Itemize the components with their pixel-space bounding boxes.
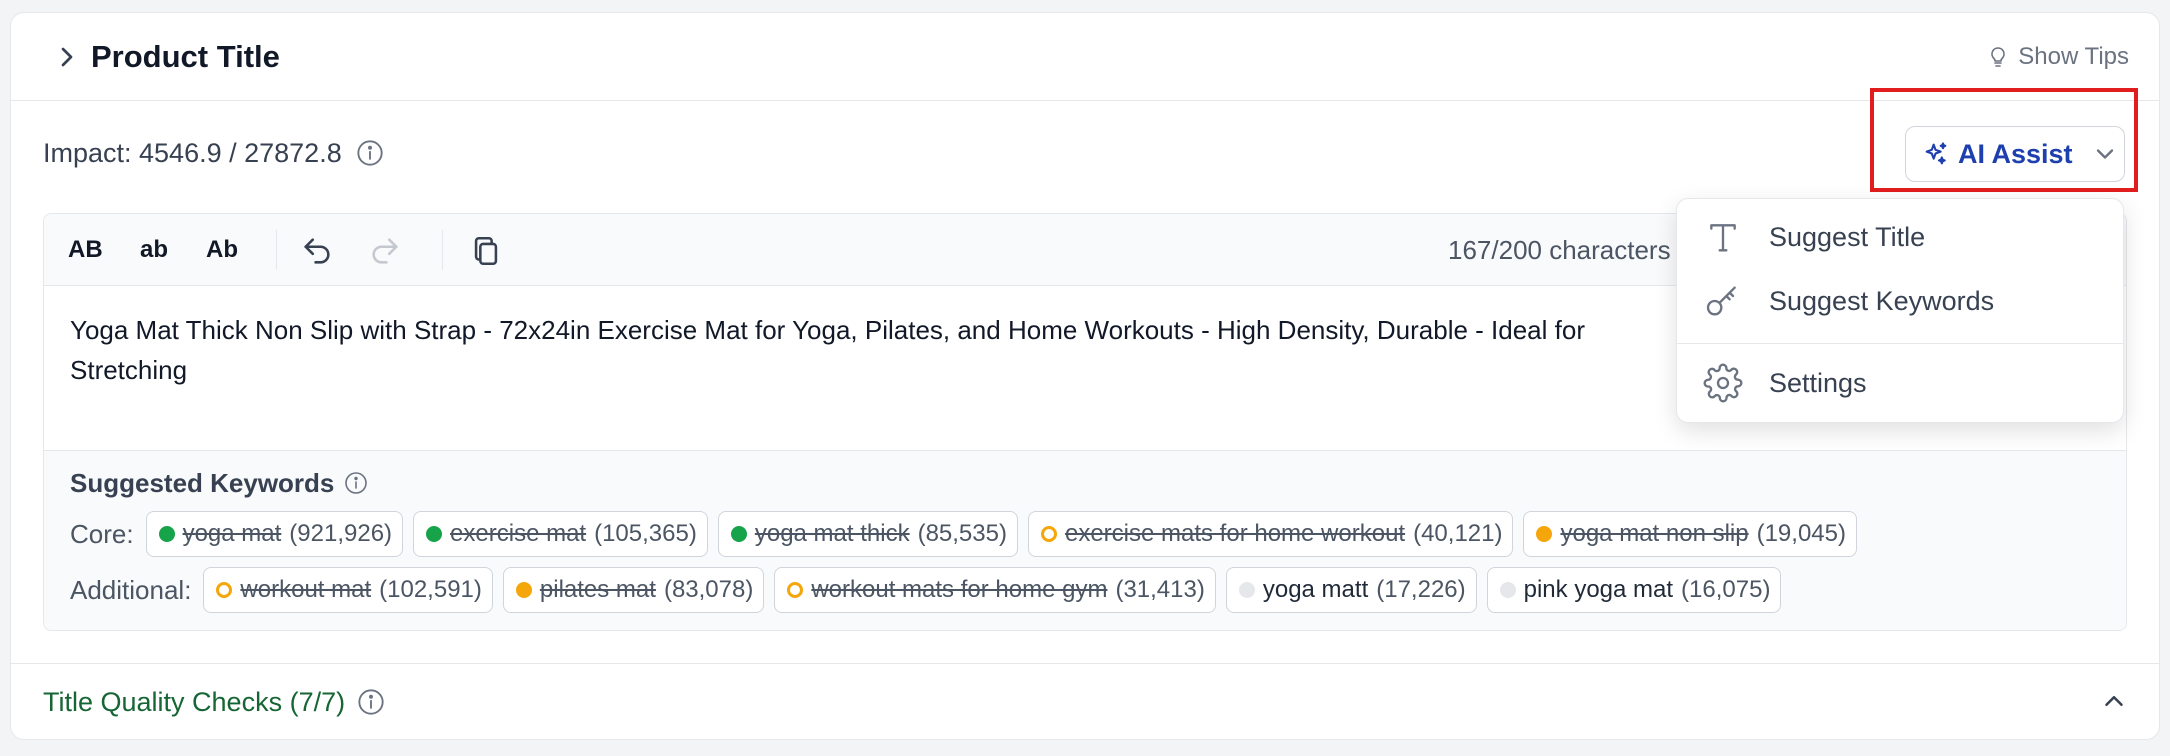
menu-item-label: Suggest Keywords bbox=[1769, 285, 1995, 316]
quality-checks-title: Title Quality Checks (7/7) bbox=[43, 684, 385, 720]
suggested-keywords-heading: Suggested Keywords bbox=[70, 465, 368, 501]
keyword-chip[interactable]: yoga matt (17,226) bbox=[1225, 567, 1477, 613]
impact-score: Impact: 4546.9 / 27872.8 bbox=[43, 135, 384, 171]
status-dot-icon bbox=[426, 526, 443, 542]
ai-assist-highlight bbox=[1870, 88, 2138, 192]
status-dot-icon bbox=[1238, 582, 1255, 598]
additional-label: Additional: bbox=[70, 574, 192, 605]
status-dot-icon bbox=[1499, 582, 1516, 598]
menu-item-suggest-keywords[interactable]: Suggest Keywords bbox=[1677, 271, 2123, 331]
show-tips-button[interactable]: Show Tips bbox=[1986, 41, 2129, 73]
title-case-button[interactable]: Ab bbox=[206, 232, 238, 268]
copy-icon[interactable] bbox=[469, 234, 503, 268]
chevron-up-icon[interactable] bbox=[2099, 686, 2129, 716]
uppercase-button[interactable]: AB bbox=[68, 232, 103, 268]
status-dot-icon bbox=[515, 582, 532, 598]
keyword-chip[interactable]: workout mat (102,591) bbox=[203, 567, 493, 613]
status-dot-icon bbox=[730, 526, 747, 542]
keyword-volume: (31,413) bbox=[1115, 576, 1205, 603]
keyword-volume: (921,926) bbox=[289, 520, 393, 547]
text-icon bbox=[1710, 224, 1736, 252]
impact-label: Impact: 4546.9 / 27872.8 bbox=[43, 138, 342, 168]
keyword-chip[interactable]: pink yoga mat (16,075) bbox=[1486, 567, 1782, 613]
status-dot-icon bbox=[216, 582, 233, 598]
chevron-right-icon[interactable] bbox=[51, 41, 83, 73]
quality-checks-label: Title Quality Checks (7/7) bbox=[43, 687, 346, 717]
menu-item-label: Suggest Title bbox=[1769, 221, 1926, 252]
status-dot-icon bbox=[787, 582, 804, 598]
keyword-term: workout mats for home gym bbox=[811, 576, 1108, 603]
section-title: Product Title bbox=[91, 39, 280, 74]
keyword-chip[interactable]: workout mats for home gym (31,413) bbox=[774, 567, 1216, 613]
lowercase-button[interactable]: ab bbox=[140, 232, 168, 268]
toolbar-divider bbox=[276, 230, 277, 270]
keyword-volume: (17,226) bbox=[1376, 576, 1466, 603]
keyword-term: pilates mat bbox=[539, 576, 656, 603]
keyword-term: exercise mats for home workout bbox=[1064, 520, 1406, 547]
info-icon[interactable] bbox=[356, 139, 384, 167]
keyword-term: yoga mat thick bbox=[754, 520, 910, 547]
keyword-chip[interactable]: pilates mat (83,078) bbox=[502, 567, 765, 613]
redo-icon[interactable] bbox=[368, 234, 402, 268]
info-icon[interactable] bbox=[344, 471, 368, 495]
keyword-term: pink yoga mat bbox=[1523, 576, 1674, 603]
keyword-chip[interactable]: yoga mat non slip (19,045) bbox=[1523, 511, 1857, 557]
keyword-chip[interactable]: yoga mat (921,926) bbox=[145, 511, 404, 557]
additional-keywords-row: Additional: workout mat (102,591) pilates … bbox=[70, 567, 1782, 613]
card-header[interactable]: Product Title Show Tips bbox=[11, 13, 2159, 101]
keyword-term: yoga matt bbox=[1262, 576, 1369, 603]
status-dot-icon bbox=[1040, 526, 1057, 542]
info-icon[interactable] bbox=[357, 688, 385, 716]
suggested-keywords-title: Suggested Keywords bbox=[70, 468, 335, 498]
ai-assist-menu: Suggest Title Suggest Keywords Settings bbox=[1676, 198, 2124, 423]
toolbar-divider bbox=[442, 230, 443, 270]
keyword-chip[interactable]: exercise mat (105,365) bbox=[413, 511, 708, 557]
undo-icon[interactable] bbox=[300, 234, 334, 268]
keyword-volume: (85,535) bbox=[917, 520, 1007, 547]
key-icon bbox=[1706, 286, 1736, 316]
keyword-volume: (83,078) bbox=[663, 576, 754, 603]
show-tips-label: Show Tips bbox=[2018, 43, 2129, 70]
status-dot-icon bbox=[1536, 526, 1553, 542]
keyword-volume: (40,121) bbox=[1413, 520, 1503, 547]
suggested-keywords-panel: Suggested Keywords Core: yoga mat (921,92… bbox=[44, 450, 2126, 630]
keyword-term: exercise mat bbox=[450, 520, 587, 547]
keyword-term: workout mat bbox=[240, 576, 372, 603]
menu-item-suggest-title[interactable]: Suggest Title bbox=[1677, 207, 2123, 267]
keyword-term: yoga mat non slip bbox=[1560, 520, 1749, 547]
keyword-volume: (16,075) bbox=[1681, 576, 1771, 603]
title-textarea[interactable]: Yoga Mat Thick Non Slip with Strap - 72x… bbox=[70, 310, 1730, 390]
menu-item-settings[interactable]: Settings bbox=[1677, 353, 2123, 413]
gear-icon bbox=[1703, 363, 1743, 403]
status-dot-icon bbox=[158, 526, 175, 542]
core-label: Core: bbox=[70, 518, 134, 549]
menu-item-label: Settings bbox=[1769, 367, 1867, 398]
core-keywords-row: Core: yoga mat (921,926) exercise mat (105,… bbox=[70, 511, 1857, 557]
keyword-volume: (105,365) bbox=[594, 520, 697, 547]
keyword-chip[interactable]: exercise mats for home workout (40,121) bbox=[1027, 511, 1514, 557]
menu-divider bbox=[1677, 343, 2123, 344]
keyword-volume: (102,591) bbox=[379, 576, 482, 603]
lightbulb-icon bbox=[1991, 47, 2006, 67]
keyword-chip[interactable]: yoga mat thick (85,535) bbox=[717, 511, 1018, 557]
quality-checks-header[interactable]: Title Quality Checks (7/7) bbox=[11, 663, 2159, 739]
keyword-term: yoga mat bbox=[182, 520, 282, 547]
keyword-volume: (19,045) bbox=[1756, 520, 1846, 547]
character-count: 167/200 characters bbox=[1448, 235, 1671, 265]
